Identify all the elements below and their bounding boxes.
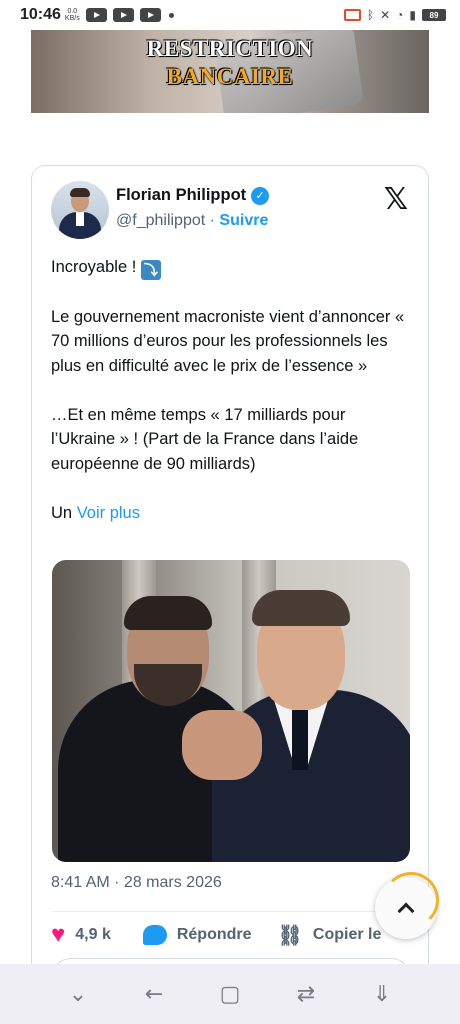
bluetooth-icon: ᛒ: [366, 8, 375, 22]
x-logo-icon[interactable]: 𝕏: [384, 182, 408, 217]
author-handle-row: @f_philippot · Suivre: [116, 212, 268, 230]
wifi-icon: ◔: [396, 8, 404, 22]
heart-icon: ♥: [51, 921, 66, 948]
avatar[interactable]: [51, 181, 109, 239]
banner-title-line2: BANCAIRE: [166, 64, 294, 89]
cast-icon: [343, 9, 361, 21]
system-nav-bar: ⌄ ← ▢ ⇄ ⇓: [0, 964, 460, 1024]
like-count: 4,9 k: [75, 926, 111, 943]
tweet-paragraph: Le gouvernement macroniste vient d’annon…: [51, 307, 405, 375]
back-icon[interactable]: ←: [134, 982, 174, 1007]
reply-button[interactable]: Répondre: [142, 925, 252, 945]
network-speed: 0.0 KB/s: [64, 8, 80, 22]
recents-icon[interactable]: ⇄: [286, 982, 326, 1007]
home-icon[interactable]: ▢: [210, 982, 250, 1007]
more-notifications-icon: [168, 12, 174, 18]
banner-title-line1: RESTRICTION: [146, 36, 314, 61]
author-name[interactable]: Florian Philippot ✓: [116, 186, 270, 205]
youtube-notification-icon: [112, 8, 134, 22]
clock: 10:46: [20, 6, 61, 23]
like-button[interactable]: ♥ 4,9 k: [51, 923, 111, 947]
tweet-timestamp[interactable]: 8:41 AM · 28 mars 2026: [51, 874, 222, 892]
article-banner-image[interactable]: RESTRICTION BANCAIRE: [31, 30, 429, 113]
author-handle[interactable]: @f_philippot: [116, 212, 205, 229]
tweet-text: Incroyable ! ⤵ Le gouvernement macronist…: [51, 255, 411, 525]
signal-icon: ▮: [409, 8, 416, 22]
youtube-notification-icon: [139, 8, 161, 22]
comment-bubble-icon: [142, 925, 167, 945]
arrow-down-emoji-icon: ⤵: [140, 260, 161, 280]
tweet-actions: ♥ 4,9 k Répondre ⛓ Copier le: [51, 920, 421, 950]
divider: [51, 911, 411, 912]
status-bar: 10:46 0.0 KB/s ᛒ ✕ ◔ ▮ 89: [0, 0, 460, 30]
tweet-photo[interactable]: [52, 560, 410, 862]
embedded-tweet[interactable]: Florian Philippot ✓ @f_philippot · Suivr…: [31, 165, 429, 985]
collapse-icon[interactable]: ⌄: [58, 982, 98, 1007]
follow-link[interactable]: Suivre: [219, 212, 268, 229]
scroll-progress-ring: [383, 872, 439, 928]
link-icon: ⛓: [277, 924, 303, 947]
battery-icon: 89: [422, 9, 446, 21]
separator: ·: [209, 212, 215, 229]
mute-icon: ✕: [380, 8, 391, 22]
tweet-paragraph: …Et en même temps « 17 milliards pour l’…: [51, 405, 359, 473]
see-more-link[interactable]: Voir plus: [77, 504, 140, 522]
youtube-notification-icon: [85, 8, 107, 22]
verified-badge-icon: ✓: [251, 186, 270, 205]
download-icon[interactable]: ⇓: [362, 982, 402, 1007]
copy-link-button[interactable]: ⛓ Copier le: [278, 923, 382, 948]
